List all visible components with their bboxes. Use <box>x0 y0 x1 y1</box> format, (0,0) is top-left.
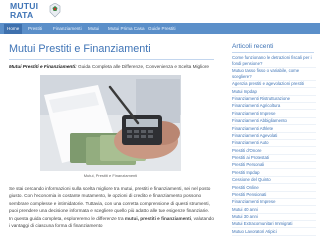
finance-photo <box>40 75 181 171</box>
paragraph-1: Se stai cercando informazioni sulla scel… <box>9 186 211 214</box>
recent-article-link[interactable]: Mutui 40 anni <box>232 206 316 214</box>
recent-article-link[interactable]: Prestiti ai Protestati <box>232 155 316 163</box>
logo-line-2: RATA <box>10 10 34 20</box>
paragraph-2-bold: mutui, prestiti e finanziamenti <box>124 215 192 221</box>
title-divider <box>9 59 214 60</box>
recent-article-link[interactable]: Come funzionano le detrazioni fiscali pe… <box>232 55 316 68</box>
recent-article-link[interactable]: Finanziamenti Abbigliamento <box>232 118 316 126</box>
sidebar-title: Articoli recenti <box>232 43 274 50</box>
site-header: MUTUI RATA <box>0 0 320 23</box>
recent-article-link[interactable]: Prestiti d'Onore <box>232 147 316 155</box>
article-body: Se stai cercando informazioni sulla scel… <box>9 185 214 229</box>
recent-article-link[interactable]: Finanziamenti Imprese <box>232 199 316 207</box>
recent-article-link[interactable]: Prestiti Pensionati <box>232 192 316 199</box>
recent-article-link[interactable]: Finanziamenti Agricoltura <box>232 103 316 111</box>
recent-article-link[interactable]: Mutui Inpdap <box>232 88 316 96</box>
paragraph-2: In questa guida completa, esploreremo le… <box>9 215 214 230</box>
nav-item-mutui[interactable]: Mutui <box>88 25 99 32</box>
intro-rest: Guida Completa alle Differenze, Convenie… <box>76 64 209 69</box>
recent-article-link[interactable]: Cessione del Quinto <box>232 177 316 185</box>
recent-article-link[interactable]: Mutuo Lavoratori Atipici <box>232 228 316 236</box>
recent-article-link[interactable]: Finanziamenti Imprese <box>232 110 316 118</box>
nav-item-prestiti[interactable]: Prestiti <box>28 25 42 32</box>
recent-article-link[interactable]: Mutui Extracomunitari Immigrati <box>232 221 316 229</box>
recent-article-link[interactable]: Finanziamenti Ristrutturazione <box>232 96 316 104</box>
nav-item-mutui-prima-casa[interactable]: Mutui Prima Casa <box>108 25 145 32</box>
recent-article-link[interactable]: Prestiti Online <box>232 184 316 192</box>
italy-emblem-icon <box>49 3 61 18</box>
recent-article-link[interactable]: Prestiti Inpdap <box>232 169 316 177</box>
site-logo[interactable]: MUTUI RATA <box>10 2 50 21</box>
recent-article-link[interactable]: Finanziamenti Athlete <box>232 125 316 133</box>
image-caption: Mutui, Prestiti e Finanziamenti <box>83 173 138 178</box>
intro-bold: Mutui Prestiti e Finanziamenti: <box>9 64 77 69</box>
recent-article-link[interactable]: Mutui 30 anni <box>232 214 316 222</box>
nav-item-home[interactable]: Home <box>4 24 23 34</box>
main-nav: Home Prestiti Finanziamenti Mutui Mutui … <box>0 23 320 34</box>
nav-item-finanziamenti[interactable]: Finanziamenti <box>53 25 82 32</box>
recent-article-link[interactable]: Mutuo tasso fisso o variabile, come sceg… <box>232 68 316 81</box>
page-title: Mutui Prestiti e Finanziamenti <box>9 43 151 55</box>
recent-article-link[interactable]: Finanziamenti Auto <box>232 140 316 148</box>
recent-article-link[interactable]: Agenzia prestiti e agevolazioni prestiti <box>232 81 316 89</box>
nav-item-guide-prestiti[interactable]: Guide Prestiti <box>148 25 176 32</box>
paragraph-2-start: In questa guida completa, esploreremo le… <box>9 215 125 221</box>
intro-text: Mutui Prestiti e Finanziamenti: Guida Co… <box>9 64 214 70</box>
recent-article-link[interactable]: Finanziamenti Agevolati <box>232 133 316 140</box>
recent-articles-list: Come funzionano le detrazioni fiscali pe… <box>232 55 316 236</box>
sidebar-divider <box>232 52 314 53</box>
recent-article-link[interactable]: Prestiti Personali <box>232 162 316 170</box>
